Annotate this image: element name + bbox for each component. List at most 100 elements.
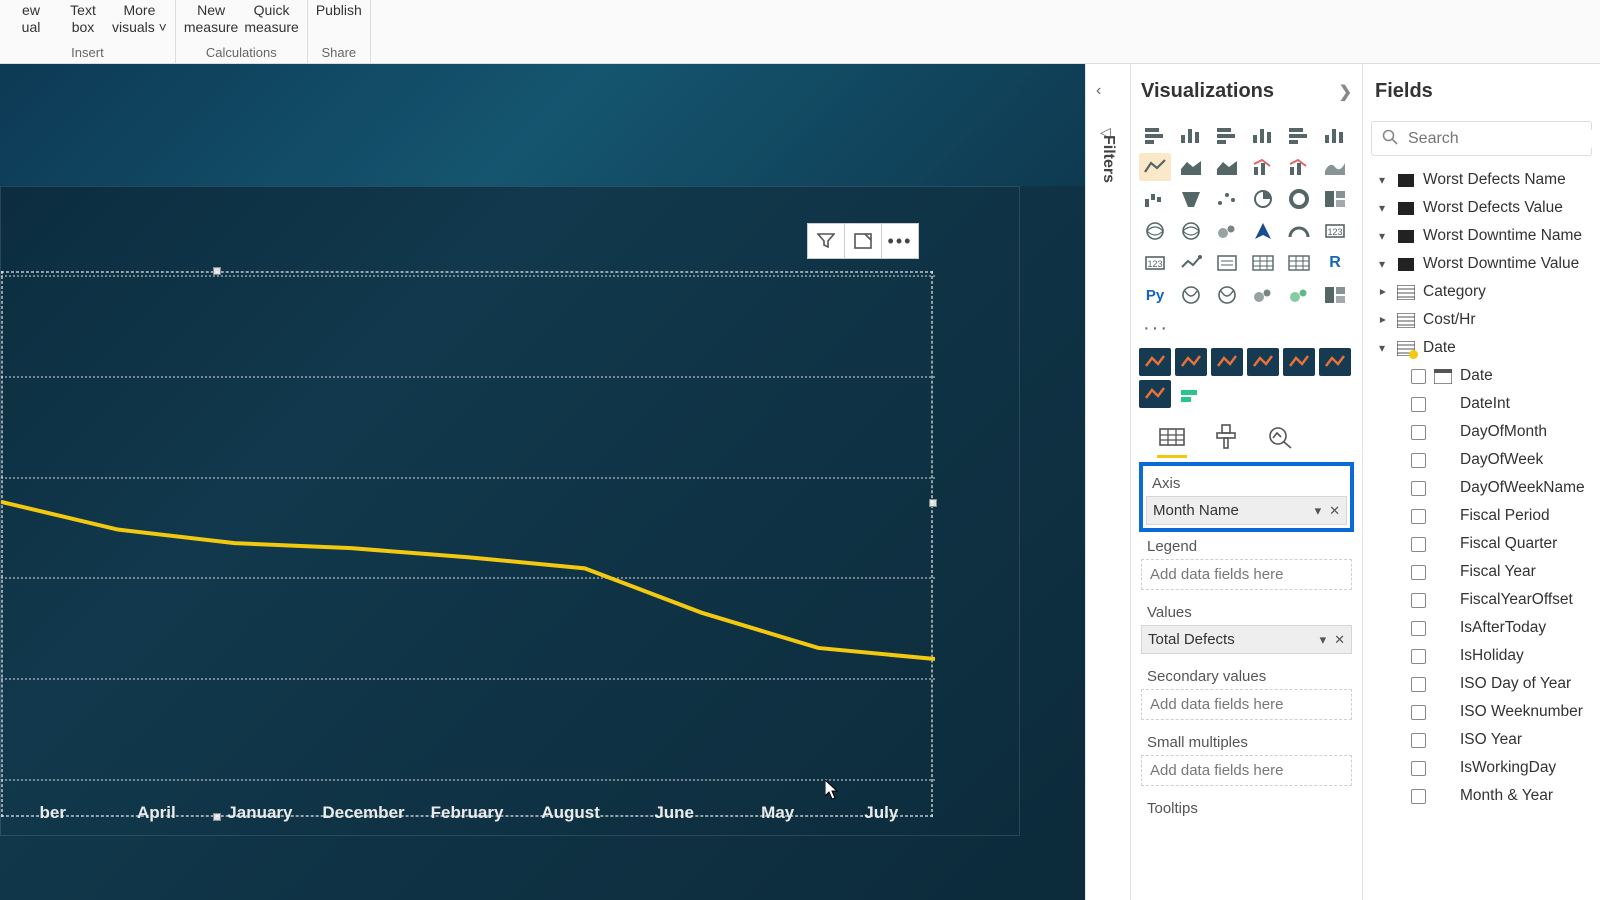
field-table-category[interactable]: ▾Category: [1371, 278, 1592, 306]
viz-type-r-visual[interactable]: R: [1319, 249, 1351, 277]
viz-type-paginated[interactable]: [1319, 281, 1351, 309]
viz-type-donut[interactable]: [1283, 185, 1315, 213]
viz-type-slicer[interactable]: [1211, 249, 1243, 277]
viz-type-azure-map[interactable]: [1247, 217, 1279, 245]
viz-type-ribbon[interactable]: [1319, 153, 1351, 181]
viz-type-stacked-bar[interactable]: [1283, 121, 1315, 149]
ribbon-btn-new-visual[interactable]: ewual: [8, 2, 54, 36]
field-iso-day-of-year[interactable]: ISO Day of Year: [1371, 670, 1592, 698]
remove-field-icon[interactable]: ✕: [1329, 503, 1340, 519]
viz-type-gauge[interactable]: [1283, 217, 1315, 245]
field-checkbox[interactable]: [1411, 621, 1426, 636]
field-dateint[interactable]: DateInt: [1371, 390, 1592, 418]
field-checkbox[interactable]: [1411, 397, 1426, 412]
field-fiscal-year[interactable]: Fiscal Year: [1371, 558, 1592, 586]
viz-type-stacked-area[interactable]: [1211, 153, 1243, 181]
field-table-worst-downtime-name[interactable]: ▾Worst Downtime Name: [1371, 222, 1592, 250]
chevron-down-icon[interactable]: ▾: [1315, 503, 1322, 519]
viz-type-qa[interactable]: [1247, 281, 1279, 309]
viz-type-filled-map[interactable]: [1175, 217, 1207, 245]
field-checkbox[interactable]: [1411, 593, 1426, 608]
custom-visual-2[interactable]: [1211, 348, 1243, 376]
field-checkbox[interactable]: [1411, 425, 1426, 440]
viz-type-kpi[interactable]: [1175, 249, 1207, 277]
axis-field-chip[interactable]: Month Name ▾✕: [1146, 496, 1347, 525]
chevron-right-icon[interactable]: ▾: [1375, 313, 1389, 327]
viz-more-options[interactable]: ···: [1137, 315, 1356, 348]
field-checkbox[interactable]: [1411, 677, 1426, 692]
fields-tab-icon[interactable]: [1157, 422, 1187, 452]
search-input[interactable]: [1408, 130, 1600, 148]
ribbon-btn-more-visuals[interactable]: Morevisuals ˅: [112, 2, 167, 36]
viz-type-line-stacked[interactable]: [1283, 153, 1315, 181]
viz-type-smart-narrative[interactable]: [1283, 281, 1315, 309]
custom-visual-4[interactable]: [1283, 348, 1315, 376]
viz-type-py-visual[interactable]: Py: [1139, 281, 1171, 309]
viz-type-decomp-tree[interactable]: [1211, 281, 1243, 309]
chevron-down-icon[interactable]: ▾: [1375, 201, 1389, 215]
field-table-cost-hr[interactable]: ▾Cost/Hr: [1371, 306, 1592, 334]
filters-pane-collapsed[interactable]: ‹ ◁ Filters: [1085, 64, 1131, 900]
field-dayofweek[interactable]: DayOfWeek: [1371, 446, 1592, 474]
custom-visual-1[interactable]: [1175, 348, 1207, 376]
field-checkbox[interactable]: [1411, 537, 1426, 552]
chevron-right-icon[interactable]: ▾: [1375, 285, 1389, 299]
line-chart-visual[interactable]: ••• berAprilJanuaryDecemberFebruaryAugus…: [0, 186, 1020, 836]
viz-type-clustered-column[interactable]: [1247, 121, 1279, 149]
field-month-year[interactable]: Month & Year: [1371, 782, 1592, 810]
viz-type-funnel[interactable]: [1175, 185, 1207, 213]
multiples-well-drop[interactable]: Add data fields here: [1141, 755, 1352, 786]
custom-visual-7[interactable]: [1175, 380, 1207, 408]
analytics-tab-icon[interactable]: [1265, 422, 1295, 452]
viz-type-treemap[interactable]: [1319, 185, 1351, 213]
field-checkbox[interactable]: [1411, 705, 1426, 720]
viz-type-pie[interactable]: [1247, 185, 1279, 213]
field-checkbox[interactable]: [1411, 761, 1426, 776]
viz-type-line-clustered[interactable]: [1247, 153, 1279, 181]
chevron-down-icon[interactable]: ▾: [1320, 632, 1327, 648]
remove-field-icon[interactable]: ✕: [1334, 632, 1345, 648]
field-isholiday[interactable]: IsHoliday: [1371, 642, 1592, 670]
viz-type-scatter[interactable]: [1211, 185, 1243, 213]
field-checkbox[interactable]: [1411, 453, 1426, 468]
legend-well-drop[interactable]: Add data fields here: [1141, 559, 1352, 590]
collapse-viz-icon[interactable]: ❯: [1339, 82, 1352, 102]
custom-visual-5[interactable]: [1319, 348, 1351, 376]
fields-search[interactable]: [1371, 121, 1592, 156]
custom-visual-0[interactable]: [1139, 348, 1171, 376]
field-dayofweekname[interactable]: DayOfWeekName: [1371, 474, 1592, 502]
viz-type-key-influencers[interactable]: [1175, 281, 1207, 309]
expand-filters-icon[interactable]: ‹: [1096, 82, 1101, 100]
field-dayofmonth[interactable]: DayOfMonth: [1371, 418, 1592, 446]
viz-type-card[interactable]: 123: [1319, 217, 1351, 245]
chevron-down-icon[interactable]: ▾: [1375, 229, 1389, 243]
field-fiscalyearoffset[interactable]: FiscalYearOffset: [1371, 586, 1592, 614]
ribbon-btn-quick-measure[interactable]: Quickmeasure: [244, 2, 298, 36]
viz-type-map[interactable]: [1139, 217, 1171, 245]
viz-type-stacked-hbar-100[interactable]: [1211, 121, 1243, 149]
chevron-down-icon[interactable]: ▾: [1375, 173, 1389, 187]
field-checkbox[interactable]: [1411, 733, 1426, 748]
viz-type-stacked-column[interactable]: [1319, 121, 1351, 149]
custom-visual-6[interactable]: [1139, 380, 1171, 408]
viz-type-area[interactable]: [1175, 153, 1207, 181]
viz-type-multi-card[interactable]: 123: [1139, 249, 1171, 277]
field-table-date[interactable]: ▾Date: [1371, 334, 1592, 362]
field-date[interactable]: Date: [1371, 362, 1592, 390]
field-checkbox[interactable]: [1411, 481, 1426, 496]
field-iso-weeknumber[interactable]: ISO Weeknumber: [1371, 698, 1592, 726]
format-tab-icon[interactable]: [1211, 422, 1241, 452]
values-field-chip[interactable]: Total Defects ▾✕: [1141, 625, 1352, 654]
field-fiscal-quarter[interactable]: Fiscal Quarter: [1371, 530, 1592, 558]
viz-type-clustered-bar[interactable]: [1175, 121, 1207, 149]
field-checkbox[interactable]: [1411, 369, 1426, 384]
viz-type-shape-map[interactable]: [1211, 217, 1243, 245]
custom-visual-3[interactable]: [1247, 348, 1279, 376]
report-canvas[interactable]: ••• berAprilJanuaryDecemberFebruaryAugus…: [0, 64, 1085, 900]
viz-type-stacked-hbar[interactable]: [1139, 121, 1171, 149]
ribbon-btn-new-measure[interactable]: Newmeasure: [184, 2, 238, 36]
viz-type-matrix[interactable]: [1283, 249, 1315, 277]
field-table-worst-defects-name[interactable]: ▾Worst Defects Name: [1371, 166, 1592, 194]
ribbon-btn-publish[interactable]: Publish: [316, 2, 362, 19]
chevron-down-icon[interactable]: ▾: [1375, 341, 1389, 355]
